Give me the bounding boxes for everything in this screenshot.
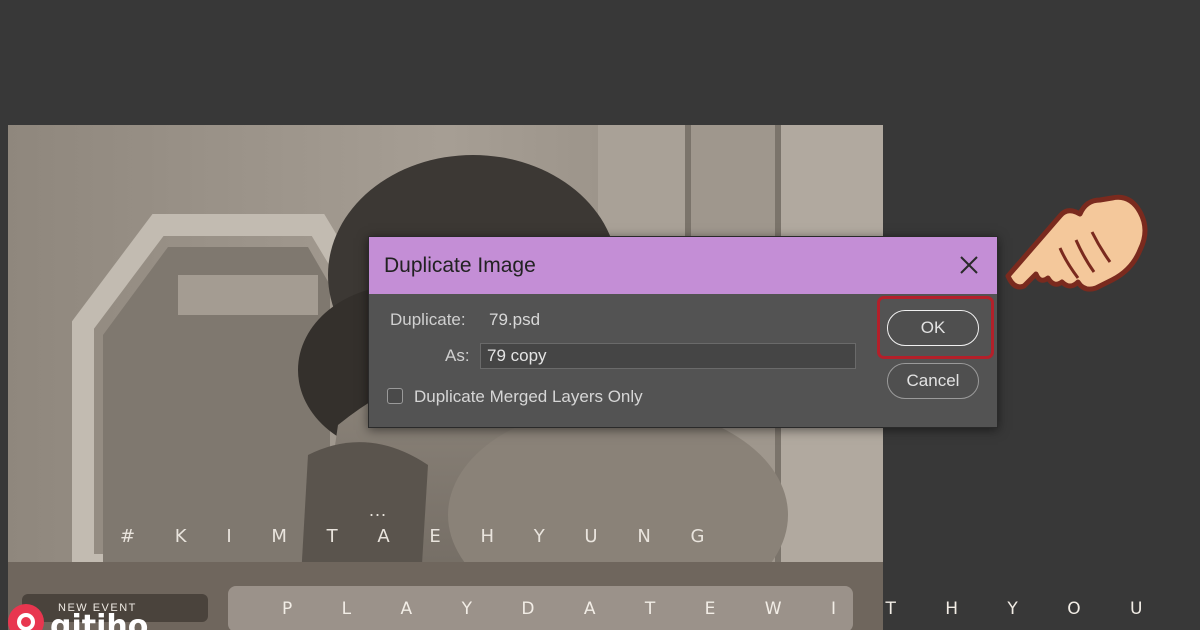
close-button[interactable] [953,249,985,281]
merged-layers-label[interactable]: Duplicate Merged Layers Only [414,387,643,407]
photo-caption: # K I M T A E H Y U N G [120,526,722,547]
ok-highlight-frame [877,296,994,359]
dialog-titlebar[interactable]: Duplicate Image [369,237,997,294]
as-input[interactable] [480,343,856,369]
watermark-text: gitiho [50,608,149,630]
watermark-logo: gitiho [0,600,148,630]
photoshop-workspace: ... # K I M T A E H Y U N G NEW EVENT P … [0,0,1200,630]
merged-layers-checkbox[interactable] [387,388,403,404]
cancel-button[interactable]: Cancel [887,363,979,399]
duplicate-value: 79.psd [489,310,541,329]
duplicate-label: Duplicate: [390,310,466,329]
close-icon [960,256,978,274]
as-label: As: [445,346,470,365]
gitiho-logo-icon [8,604,44,630]
play-label: P L A Y D A T E W I T H Y O U [282,599,1165,619]
dialog-title: Duplicate Image [384,254,536,277]
pointing-hand-icon [1005,194,1148,292]
photo-dots: ... [369,500,388,520]
